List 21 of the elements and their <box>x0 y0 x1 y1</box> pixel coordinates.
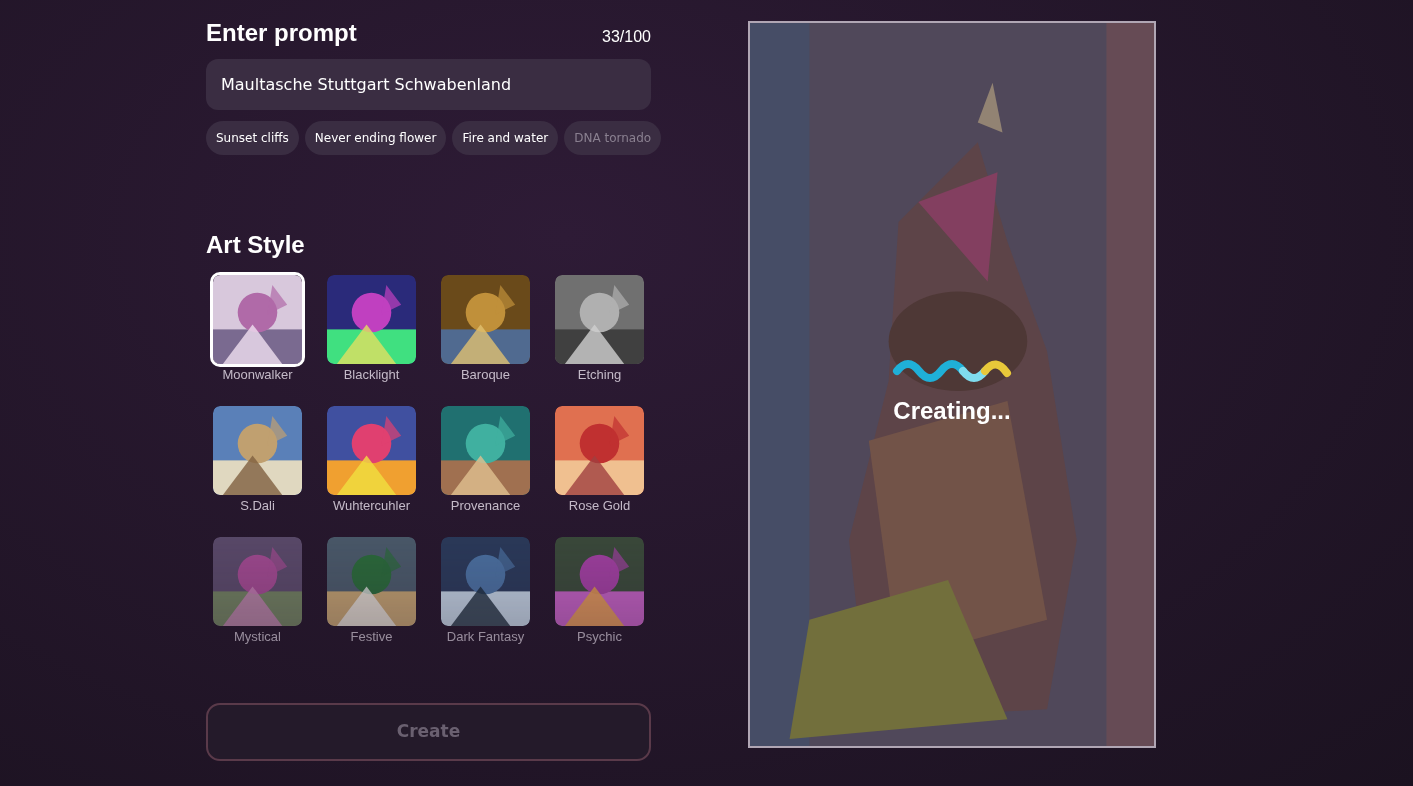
prompt-input[interactable]: Maultasche Stuttgart Schwabenland <box>206 59 651 110</box>
character-counter: 33/100 <box>602 27 651 47</box>
style-label: Blacklight <box>343 367 400 383</box>
style-label: Baroque <box>460 367 511 383</box>
style-label: Dark Fantasy <box>446 629 525 645</box>
art-style-heading: Art Style <box>206 233 306 257</box>
style-label: Etching <box>577 367 622 383</box>
creating-status: Creating... <box>893 396 1011 426</box>
style-label: Provenance <box>450 498 521 514</box>
style-label: Festive <box>350 629 393 645</box>
suggestion-chip[interactable]: Sunset cliffs <box>206 121 299 155</box>
suggestion-chip[interactable]: Never ending flower <box>304 121 447 155</box>
style-label: Moonwalker <box>222 367 293 383</box>
prompt-heading: Enter prompt <box>206 21 357 45</box>
style-label: S.Dali <box>240 498 275 514</box>
suggestion-chip[interactable]: Fire and water <box>452 121 559 155</box>
style-label: Wuhtercuhler <box>332 498 411 514</box>
style-label: Rose Gold <box>568 498 631 514</box>
style-label: Mystical <box>234 629 281 645</box>
wave-loader-icon <box>891 359 1013 383</box>
style-label: Psychic <box>577 629 622 645</box>
